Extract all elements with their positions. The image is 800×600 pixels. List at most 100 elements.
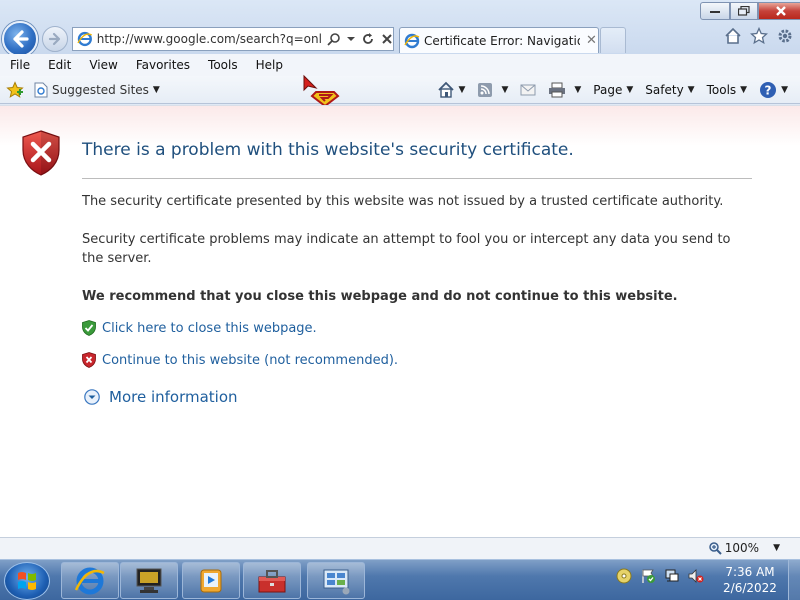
media-player-icon: [200, 569, 222, 592]
star-icon[interactable]: [750, 27, 768, 45]
chevron-down-icon: ▼: [781, 85, 788, 95]
restore-button[interactable]: [730, 2, 758, 20]
chevron-down-icon[interactable]: ▼: [773, 543, 780, 553]
search-icon[interactable]: [327, 32, 341, 46]
tools-menu-label: Tools: [706, 83, 737, 97]
zoom-icon: [709, 542, 722, 555]
menu-view[interactable]: View: [89, 58, 117, 72]
shield-x-icon: [82, 352, 96, 368]
suggested-sites-button[interactable]: Suggested Sites ▼: [34, 82, 160, 98]
safety-menu[interactable]: Safety ▼: [645, 83, 694, 97]
back-button[interactable]: [2, 21, 38, 57]
chevron-down-icon[interactable]: ▼: [501, 85, 508, 95]
close-webpage-link[interactable]: Click here to close this webpage.: [102, 321, 317, 336]
title-bar: http://www.google.com/search?q=online+ C…: [0, 0, 800, 57]
ie-icon: [77, 31, 93, 47]
command-bar: ▼ ▼ ▼ Page ▼ Safety ▼ Tools ▼ ? ▼: [437, 76, 800, 104]
tools-menu[interactable]: Tools ▼: [707, 83, 747, 97]
more-information-link[interactable]: More information: [109, 388, 238, 406]
recommendation-text: We recommend that you close this webpage…: [82, 289, 678, 304]
menu-file[interactable]: File: [10, 58, 30, 72]
print-button[interactable]: ▼: [548, 82, 581, 98]
clock-time: 7:36 AM: [725, 565, 775, 579]
action-center-icon[interactable]: [640, 568, 656, 584]
help-button[interactable]: ? ▼: [759, 81, 788, 99]
clock-date: 2/6/2022: [723, 581, 777, 595]
windows-logo-icon: [18, 572, 36, 590]
zoom-level: 100%: [724, 541, 760, 555]
window-controls: [700, 2, 800, 20]
address-url[interactable]: http://www.google.com/search?q=online+: [97, 32, 323, 46]
menu-help[interactable]: Help: [256, 58, 283, 72]
mail-button[interactable]: [520, 83, 536, 97]
close-webpage-link-row[interactable]: Click here to close this webpage.: [82, 320, 317, 336]
menu-favorites[interactable]: Favorites: [136, 58, 190, 72]
help-icon: ?: [760, 82, 777, 98]
feeds-button[interactable]: ▼: [477, 82, 508, 98]
minimize-button[interactable]: [700, 2, 730, 20]
certificate-issue-text: The security certificate presented by th…: [82, 194, 724, 209]
control-panel-icon: [323, 569, 350, 594]
chevron-down-icon: ▼: [687, 85, 695, 95]
cd-icon[interactable]: [616, 568, 632, 584]
taskbar: 7:36 AM 2/6/2022: [0, 559, 800, 600]
address-bar[interactable]: http://www.google.com/search?q=online+: [72, 27, 394, 51]
more-information-toggle[interactable]: More information: [84, 388, 238, 406]
taskbar-toolbox[interactable]: [243, 562, 301, 599]
page-menu-label: Page: [593, 83, 623, 97]
back-icon: [13, 30, 29, 48]
stop-icon[interactable]: [381, 33, 393, 45]
refresh-icon[interactable]: [361, 32, 375, 46]
shield-check-icon: [82, 320, 96, 336]
toolbox-icon: [258, 569, 286, 592]
continue-to-website-link[interactable]: Continue to this website (not recommende…: [102, 353, 398, 368]
browser-right-icons: [724, 27, 794, 45]
favorites-star-icon[interactable]: [6, 80, 24, 99]
taskbar-clock[interactable]: 7:36 AM 2/6/2022: [720, 564, 780, 596]
minimize-icon: [710, 11, 720, 13]
favorites-bar: Suggested Sites ▼ ▼ ▼ ▼ Page ▼ Safety ▼ …: [0, 76, 800, 104]
ie-icon: [74, 567, 105, 594]
zoom-control[interactable]: 100% ▼: [708, 541, 780, 555]
safety-menu-label: Safety: [645, 83, 684, 97]
tab-title: Certificate Error: Navigatio...: [424, 33, 580, 48]
restore-icon: [738, 6, 750, 16]
chevron-down-icon[interactable]: [347, 35, 355, 43]
svg-text:?: ?: [765, 84, 772, 98]
feeds-icon: [478, 83, 493, 97]
window-close-button[interactable]: [758, 2, 800, 20]
taskbar-app-computer[interactable]: [120, 562, 178, 599]
home-icon: [437, 81, 454, 98]
show-desktop-button[interactable]: [788, 560, 800, 600]
gear-icon[interactable]: [776, 27, 794, 45]
menu-edit[interactable]: Edit: [48, 58, 71, 72]
taskbar-internet-explorer[interactable]: [61, 562, 119, 599]
system-tray: [616, 568, 704, 584]
taskbar-media-player[interactable]: [182, 562, 240, 599]
page-title: There is a problem with this website's s…: [82, 140, 574, 160]
network-icon[interactable]: [664, 568, 680, 584]
error-page: There is a problem with this website's s…: [0, 105, 800, 537]
divider: [82, 178, 752, 179]
home-button[interactable]: ▼: [437, 81, 466, 99]
page-menu[interactable]: Page ▼: [593, 83, 633, 97]
continue-link-row[interactable]: Continue to this website (not recommende…: [82, 352, 398, 368]
chevron-down-icon[interactable]: ▼: [459, 85, 466, 95]
start-button[interactable]: [4, 562, 50, 600]
print-icon: [549, 82, 566, 98]
forward-button[interactable]: [42, 26, 68, 52]
chevron-down-icon: ▼: [152, 84, 160, 95]
close-icon: [776, 6, 786, 16]
volume-muted-icon[interactable]: [688, 568, 704, 584]
chevron-down-circle-icon: [84, 389, 100, 405]
forward-icon: [48, 32, 61, 46]
tab-certificate-error[interactable]: Certificate Error: Navigatio... ✕: [399, 27, 599, 53]
ie-icon: [404, 33, 420, 48]
chevron-down-icon[interactable]: ▼: [574, 85, 581, 95]
home-icon[interactable]: [724, 27, 742, 45]
menu-tools[interactable]: Tools: [208, 58, 238, 72]
new-tab-button[interactable]: [600, 27, 626, 53]
tab-close-button[interactable]: ✕: [586, 33, 597, 48]
mail-icon: [520, 84, 536, 96]
taskbar-control-panel[interactable]: [307, 562, 365, 599]
